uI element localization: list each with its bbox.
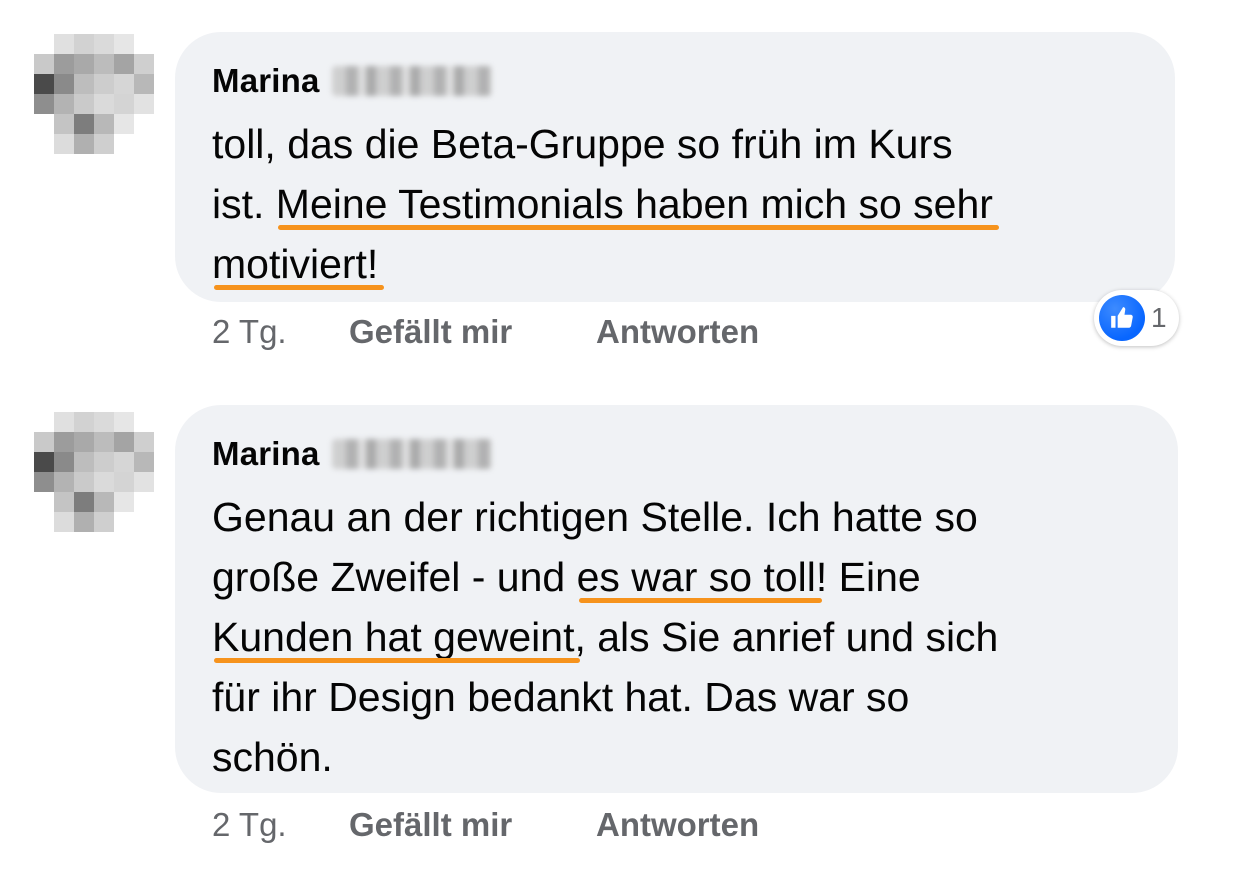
blurred-surname <box>331 66 492 96</box>
avatar[interactable] <box>24 402 164 542</box>
reaction-summary[interactable]: 1 <box>1094 290 1179 346</box>
comment-bubble: Marina Genau an der richtigen Stelle. Ic… <box>175 405 1178 793</box>
comment-text-line: ist. Meine Testimonials haben mich so se… <box>212 174 1000 234</box>
like-button[interactable]: Gefällt mir <box>349 806 596 844</box>
comment-text-line: für ihr Design bedankt hat. Das war so <box>212 667 998 727</box>
comment-actions: 2 Tg. Gefällt mir Antworten <box>212 310 759 354</box>
text-segment: toll, das die Beta-Gruppe so früh im Kur… <box>212 121 953 167</box>
text-segment: , als Sie anrief und sich <box>574 614 999 660</box>
comment: Marina Genau an der richtigen Stelle. Ic… <box>0 378 1242 858</box>
timestamp[interactable]: 2 Tg. <box>212 313 349 351</box>
author-name[interactable]: Marina <box>212 62 320 100</box>
comment-text: toll, das die Beta-Gruppe so früh im Kur… <box>212 114 1000 294</box>
comment-text-line: schön. <box>212 727 998 787</box>
avatar[interactable] <box>24 24 164 164</box>
pixelated-avatar-image <box>24 402 164 542</box>
comment-text-line: Genau an der richtigen Stelle. Ich hatte… <box>212 487 998 547</box>
text-segment: ist. <box>212 181 276 227</box>
author-row: Marina <box>212 56 492 106</box>
comment-bubble: Marina toll, das die Beta-Gruppe so früh… <box>175 32 1175 302</box>
text-segment: große Zweifel - und <box>212 554 577 600</box>
reply-button[interactable]: Antworten <box>596 806 759 844</box>
comment-text: Genau an der richtigen Stelle. Ich hatte… <box>212 487 998 787</box>
like-button[interactable]: Gefällt mir <box>349 313 596 351</box>
highlighted-text: Meine Testimonials haben mich so sehr <box>276 174 1000 234</box>
comment-text-line: große Zweifel - und es war so toll! Eine <box>212 547 998 607</box>
timestamp[interactable]: 2 Tg. <box>212 806 349 844</box>
author-name[interactable]: Marina <box>212 435 320 473</box>
text-segment: für ihr Design bedankt hat. Das war so <box>212 674 910 720</box>
text-segment: schön. <box>212 734 333 780</box>
highlighted-text: Kunden hat geweint <box>212 607 581 667</box>
comment-text-line: motiviert! <box>212 234 993 294</box>
highlighted-text: es war so toll <box>577 547 823 607</box>
reply-button[interactable]: Antworten <box>596 313 759 351</box>
author-row: Marina <box>212 429 492 479</box>
comment-actions: 2 Tg. Gefällt mir Antworten <box>212 803 759 847</box>
comment: Marina toll, das die Beta-Gruppe so früh… <box>0 0 1242 370</box>
highlighted-text: motiviert! <box>212 234 385 294</box>
comment-text-line: Kunden hat geweint, als Sie anrief und s… <box>212 607 998 667</box>
text-segment: ! Eine <box>815 554 921 600</box>
pixelated-avatar-image <box>24 24 164 164</box>
thumbs-up-icon <box>1099 295 1145 341</box>
reaction-count: 1 <box>1151 302 1167 333</box>
blurred-surname <box>331 439 492 469</box>
text-segment: Genau an der richtigen Stelle. Ich hatte… <box>212 494 978 540</box>
comment-text-line: toll, das die Beta-Gruppe so früh im Kur… <box>212 114 993 174</box>
